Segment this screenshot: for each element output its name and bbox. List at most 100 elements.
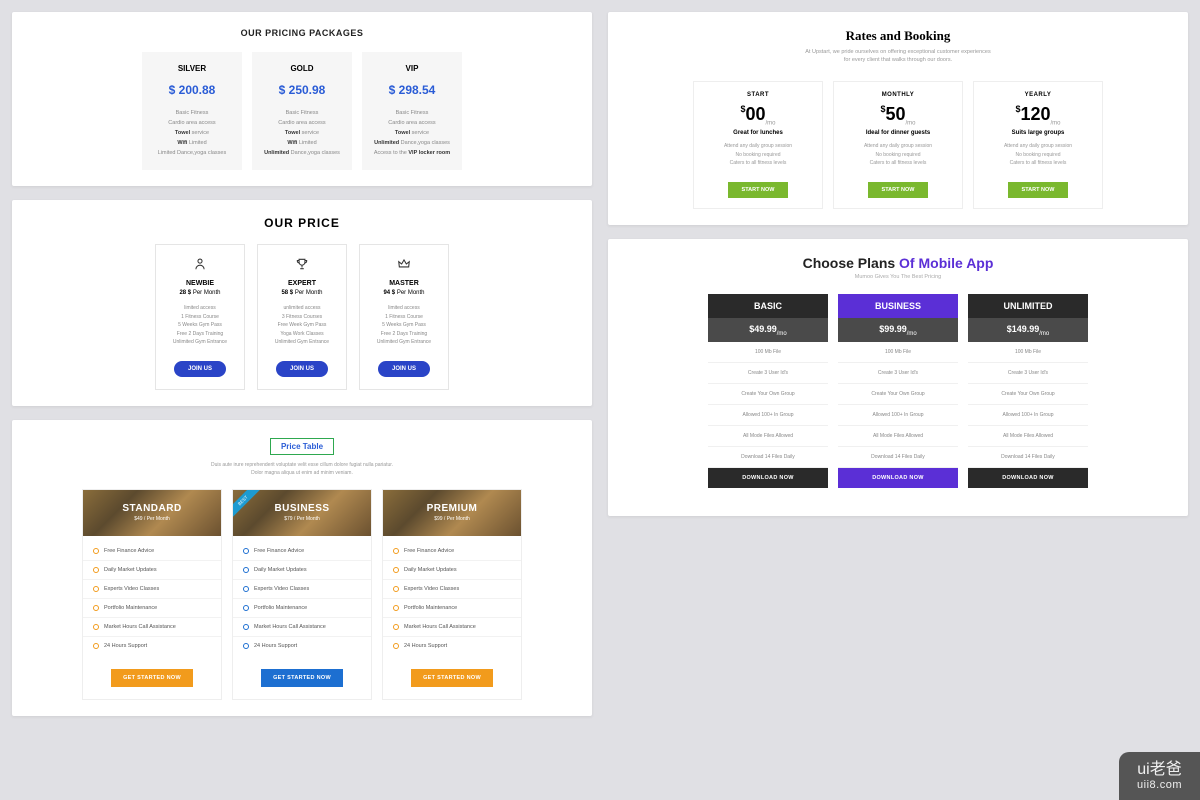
pricing-tier: PREMIUM $99 / Per Month Free Finance Adv… — [382, 489, 522, 700]
watermark-url: uii8.com — [1137, 779, 1182, 792]
tier-price: $50/mo — [842, 104, 954, 127]
bullet-icon — [93, 548, 99, 554]
tier-features: Free Finance AdviceDaily Market UpdatesE… — [383, 536, 521, 661]
tier-features: Attend any daily group sessionNo booking… — [842, 142, 954, 168]
feature-item: Create Your Own Group — [708, 384, 828, 405]
join-button[interactable]: JOIN US — [276, 361, 328, 377]
get-started-button[interactable]: GET STARTED NOW — [261, 669, 343, 687]
section-subtitle: Duis aute irure reprehenderit voluptate … — [32, 461, 572, 477]
feature-item: 100 Mb File — [968, 342, 1088, 363]
crown-icon — [366, 257, 442, 274]
tier-name: NEWBIE — [162, 280, 238, 287]
pricing-tier: MASTER 94 $ Per Month limited access1 Fi… — [359, 244, 449, 390]
tier-price: $99 / Per Month — [434, 516, 470, 522]
feature-item: Market Hours Call Assistance — [83, 618, 221, 637]
pricing-packages-card: OUR PRICING PACKAGES SILVER $ 200.88 Bas… — [12, 12, 592, 186]
start-now-button[interactable]: START NOW — [868, 182, 929, 198]
bullet-icon — [243, 624, 249, 630]
bullet-icon — [93, 567, 99, 573]
pricing-tier: STANDARD $49 / Per Month Free Finance Ad… — [82, 489, 222, 700]
tier-name: YEARLY — [982, 92, 1094, 98]
tier-price: $ 250.98 — [258, 83, 346, 97]
bullet-icon — [93, 605, 99, 611]
feature-item: Market Hours Call Assistance — [233, 618, 371, 637]
tier-features: unlimited access3 Fitness CoursesFree We… — [264, 304, 340, 347]
feature-item: Portfolio Maintenance — [383, 599, 521, 618]
tier-price: 28 $ Per Month — [162, 290, 238, 296]
feature-item: Allowed 100+ In Group — [968, 405, 1088, 426]
bullet-icon — [93, 586, 99, 592]
tier-features: Free Finance AdviceDaily Market UpdatesE… — [233, 536, 371, 661]
feature-item: Daily Market Updates — [383, 561, 521, 580]
tier-price: $99.99/mo — [838, 318, 958, 343]
tier-features: Attend any daily group sessionNo booking… — [982, 142, 1094, 168]
join-button[interactable]: JOIN US — [378, 361, 430, 377]
feature-item: Create 3 User Id's — [968, 363, 1088, 384]
feature-item: Daily Market Updates — [233, 561, 371, 580]
section-title: Rates and Booking — [628, 28, 1168, 44]
pricing-tier: BASIC $49.99/mo 100 Mb FileCreate 3 User… — [708, 294, 828, 489]
bullet-icon — [393, 548, 399, 554]
feature-item: 100 Mb File — [838, 342, 958, 363]
rates-booking-card: Rates and Booking At Upstart, we pride o… — [608, 12, 1188, 225]
tier-name: UNLIMITED — [968, 294, 1088, 318]
bullet-icon — [393, 567, 399, 573]
start-now-button[interactable]: START NOW — [728, 182, 789, 198]
tier-name: SILVER — [148, 64, 236, 73]
feature-item: 24 Hours Support — [83, 637, 221, 655]
bullet-icon — [393, 624, 399, 630]
tier-name: VIP — [368, 64, 456, 73]
join-button[interactable]: JOIN US — [174, 361, 226, 377]
watermark: ui老爸 uii8.com — [1119, 752, 1200, 800]
bullet-icon — [393, 605, 399, 611]
trophy-icon — [264, 257, 340, 274]
bullet-icon — [243, 567, 249, 573]
tier-name: GOLD — [258, 64, 346, 73]
download-button[interactable]: DOWNLOAD NOW — [968, 468, 1088, 488]
get-started-button[interactable]: GET STARTED NOW — [411, 669, 493, 687]
feature-item: All Mode Files Allowed — [708, 426, 828, 447]
tier-features: limited access1 Fitness Course5 Weeks Gy… — [366, 304, 442, 347]
section-title: OUR PRICE — [32, 216, 572, 230]
bullet-icon — [243, 548, 249, 554]
tier-name: STANDARD — [122, 503, 181, 514]
bullet-icon — [93, 624, 99, 630]
feature-item: Download 14 Files Daily — [708, 447, 828, 468]
pricing-tier: YEARLY $120/mo Suits large groups Attend… — [973, 81, 1103, 209]
tier-price: 94 $ Per Month — [366, 290, 442, 296]
tier-name: START — [702, 92, 814, 98]
bullet-icon — [393, 643, 399, 649]
feature-item: Free Finance Advice — [233, 542, 371, 561]
tier-hero: PREMIUM $99 / Per Month — [383, 490, 521, 536]
tier-price: $49 / Per Month — [134, 516, 170, 522]
pricing-tier: UNLIMITED $149.99/mo 100 Mb FileCreate 3… — [968, 294, 1088, 489]
tier-price: $00/mo — [702, 104, 814, 127]
tier-name: BASIC — [708, 294, 828, 318]
feature-item: Experts Video Classes — [83, 580, 221, 599]
feature-item: Create 3 User Id's — [708, 363, 828, 384]
tier-features: Basic FitnessCardio area accessTowel ser… — [258, 109, 346, 158]
bullet-icon — [93, 643, 99, 649]
feature-item: Download 14 Files Daily — [968, 447, 1088, 468]
tier-price: $ 298.54 — [368, 83, 456, 97]
feature-item: 24 Hours Support — [383, 637, 521, 655]
get-started-button[interactable]: GET STARTED NOW — [111, 669, 193, 687]
section-badge: Price Table — [270, 438, 334, 455]
bullet-icon — [243, 643, 249, 649]
section-subtitle: Mumoo Gives You The Best Pricing — [628, 274, 1168, 280]
mobile-app-card: Choose Plans Of Mobile App Mumoo Gives Y… — [608, 239, 1188, 517]
start-now-button[interactable]: START NOW — [1008, 182, 1069, 198]
tier-name: PREMIUM — [427, 503, 478, 514]
tier-tagline: Suits large groups — [982, 130, 1094, 136]
download-button[interactable]: DOWNLOAD NOW — [838, 468, 958, 488]
feature-item: Market Hours Call Assistance — [383, 618, 521, 637]
feature-item: Free Finance Advice — [83, 542, 221, 561]
feature-item: Daily Market Updates — [83, 561, 221, 580]
tier-price: $49.99/mo — [708, 318, 828, 343]
tier-price: 58 $ Per Month — [264, 290, 340, 296]
watermark-text: ui老爸 — [1137, 760, 1181, 779]
download-button[interactable]: DOWNLOAD NOW — [708, 468, 828, 488]
best-ribbon: BEST — [232, 489, 264, 522]
feature-item: Download 14 Files Daily — [838, 447, 958, 468]
feature-item: Create Your Own Group — [968, 384, 1088, 405]
